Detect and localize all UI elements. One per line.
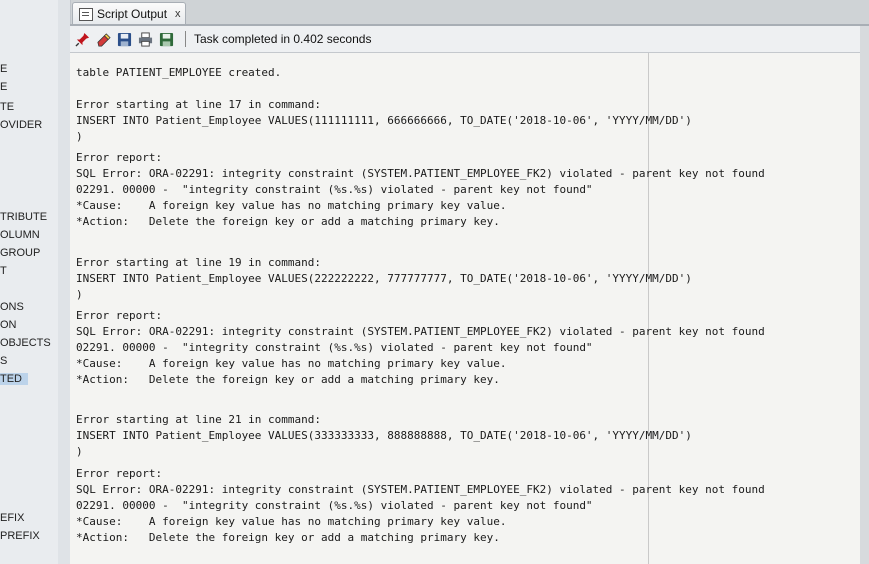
- output-line: 02291. 00000 - "integrity constraint (%s…: [76, 499, 593, 512]
- tab-script-output[interactable]: Script Output x: [72, 2, 186, 25]
- sidebar-item[interactable]: S: [0, 355, 7, 367]
- output-line: 02291. 00000 - "integrity constraint (%s…: [76, 183, 593, 196]
- output-line: Error starting at line 17 in command:: [76, 98, 322, 111]
- sidebar-item[interactable]: PREFIX: [0, 530, 40, 542]
- output-line: *Action: Delete the foreign key or add a…: [76, 373, 500, 386]
- sidebar-item[interactable]: TE: [0, 101, 14, 113]
- save-icon[interactable]: [116, 31, 133, 48]
- output-line: *Action: Delete the foreign key or add a…: [76, 531, 500, 544]
- output-line: INSERT INTO Patient_Employee VALUES(1111…: [76, 114, 692, 127]
- output-line: ): [76, 445, 83, 458]
- output-line: Error starting at line 19 in command:: [76, 256, 322, 269]
- output-line: SQL Error: ORA-02291: integrity constrai…: [76, 483, 765, 496]
- sidebar-item[interactable]: OLUMN: [0, 229, 40, 241]
- output-line: SQL Error: ORA-02291: integrity constrai…: [76, 325, 765, 338]
- sidebar-item[interactable]: OBJECTS: [0, 337, 51, 349]
- output-line: *Cause: A foreign key value has no match…: [76, 357, 507, 370]
- output-line: *Cause: A foreign key value has no match…: [76, 199, 507, 212]
- right-panel-edge: [860, 26, 869, 564]
- connections-sidebar: E E TE OVIDER TRIBUTE OLUMN GROUP T ONS …: [0, 0, 59, 564]
- sidebar-item[interactable]: TRIBUTE: [0, 211, 47, 223]
- sidebar-item[interactable]: E: [0, 81, 7, 93]
- sidebar-item[interactable]: T: [0, 265, 7, 277]
- sidebar-item[interactable]: GROUP: [0, 247, 40, 259]
- print-icon[interactable]: [137, 31, 154, 48]
- output-line: ): [76, 130, 83, 143]
- script-output-icon: [79, 7, 93, 21]
- output-line: table PATIENT_EMPLOYEE created.: [76, 66, 282, 79]
- script-output-area[interactable]: table PATIENT_EMPLOYEE created. Error st…: [70, 53, 869, 564]
- output-line: Error report:: [76, 309, 163, 322]
- output-line: INSERT INTO Patient_Employee VALUES(3333…: [76, 429, 692, 442]
- output-line: Error report:: [76, 151, 163, 164]
- sidebar-item[interactable]: ONS: [0, 301, 24, 313]
- output-toolbar: Task completed in 0.402 seconds: [70, 26, 869, 53]
- output-line: Error report:: [76, 467, 163, 480]
- toolbar-separator: [185, 31, 186, 47]
- output-line: INSERT INTO Patient_Employee VALUES(2222…: [76, 272, 692, 285]
- output-line: 02291. 00000 - "integrity constraint (%s…: [76, 341, 593, 354]
- sidebar-item-selected[interactable]: TED: [0, 373, 28, 385]
- output-line: Error starting at line 21 in command:: [76, 413, 322, 426]
- task-status: Task completed in 0.402 seconds: [194, 32, 372, 46]
- close-icon[interactable]: x: [175, 8, 181, 20]
- output-line: ): [76, 288, 83, 301]
- output-line: SQL Error: ORA-02291: integrity constrai…: [76, 167, 765, 180]
- sidebar-item[interactable]: EFIX: [0, 512, 24, 524]
- pin-icon[interactable]: [74, 31, 91, 48]
- output-line: *Action: Delete the foreign key or add a…: [76, 215, 500, 228]
- save-as-icon[interactable]: [158, 31, 175, 48]
- eraser-icon[interactable]: [95, 31, 112, 48]
- output-line: *Cause: A foreign key value has no match…: [76, 515, 507, 528]
- sidebar-item[interactable]: E: [0, 63, 7, 75]
- tab-label: Script Output: [97, 7, 168, 21]
- sidebar-item[interactable]: OVIDER: [0, 119, 42, 131]
- sidebar-item[interactable]: ON: [0, 319, 17, 331]
